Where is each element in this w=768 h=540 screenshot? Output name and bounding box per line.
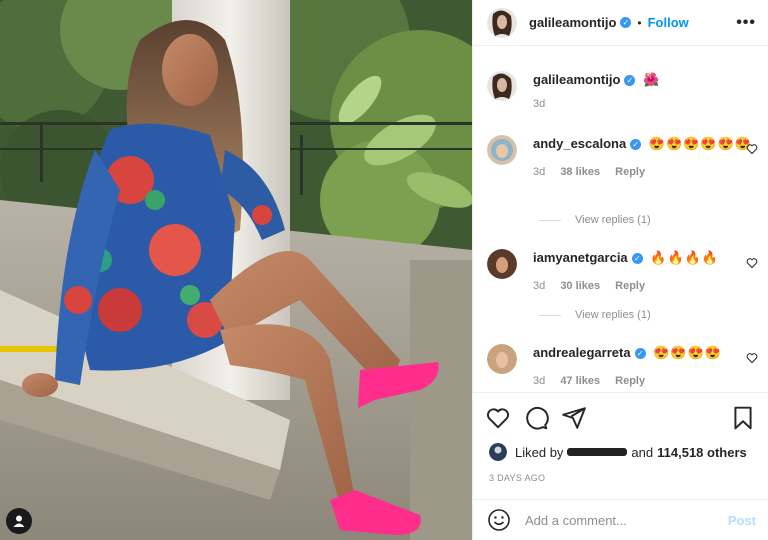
caption-text: 🌺 <box>643 72 661 87</box>
comment-text: 😍😍😍😍 <box>653 345 722 360</box>
redacted-username <box>567 448 628 456</box>
smile-icon[interactable] <box>487 508 511 532</box>
action-bar <box>473 392 768 442</box>
post-header: galileamontijo ✓ • Follow ••• <box>473 0 768 46</box>
verified-badge-icon: ✓ <box>634 348 646 359</box>
post-button[interactable]: Post <box>728 513 756 528</box>
likes-count[interactable]: 114,518 others <box>657 445 747 460</box>
comment-likes[interactable]: 47 likes <box>560 375 600 387</box>
reply-button[interactable]: Reply <box>615 166 645 178</box>
comment-age[interactable]: 3d <box>533 375 545 387</box>
comment-username[interactable]: andy_escalona <box>533 136 626 151</box>
comment-icon[interactable] <box>523 405 549 431</box>
bookmark-icon[interactable] <box>730 405 756 431</box>
comment-username[interactable]: iamyanetgarcia <box>533 250 628 265</box>
liked-by-prefix: Liked by <box>515 444 564 460</box>
photo-illustration <box>0 0 472 540</box>
comment-username[interactable]: andrealegarreta <box>533 345 631 360</box>
commenter-avatar[interactable] <box>487 344 517 374</box>
add-comment-bar: Post <box>473 499 768 540</box>
verified-badge-icon: ✓ <box>620 17 632 28</box>
comment-text: 🔥🔥🔥🔥 <box>650 250 720 265</box>
comment-row: andrealegarreta ✓ 😍😍😍😍 3d 47 likes Reply <box>487 344 758 390</box>
heart-icon[interactable] <box>746 352 758 364</box>
heart-icon[interactable] <box>746 257 758 269</box>
caption-username[interactable]: galileamontijo <box>533 72 620 87</box>
replies-divider <box>539 219 561 221</box>
comment-age[interactable]: 3d <box>533 166 545 178</box>
comment-likes[interactable]: 38 likes <box>560 166 600 178</box>
caption-age[interactable]: 3d <box>533 98 545 110</box>
comment-likes[interactable]: 30 likes <box>560 280 600 292</box>
post-details-panel: galileamontijo ✓ • Follow ••• galileamon… <box>472 0 768 540</box>
view-replies-label: View replies (1) <box>575 214 651 226</box>
author-username[interactable]: galileamontijo <box>529 15 616 30</box>
follow-button[interactable]: Follow <box>648 15 689 30</box>
caption-avatar[interactable] <box>487 71 517 101</box>
heart-icon[interactable] <box>746 143 758 155</box>
liked-by-connector: and <box>631 444 654 460</box>
post-date[interactable]: 3 DAYS AGO <box>489 473 545 483</box>
caption-row: galileamontijo ✓ 🌺 3d <box>487 71 758 113</box>
view-replies-button[interactable]: View replies (1) <box>539 214 651 226</box>
post-photo[interactable] <box>0 0 472 540</box>
commenter-avatar[interactable] <box>487 135 517 165</box>
heart-icon[interactable] <box>485 405 511 431</box>
comment-input[interactable] <box>525 512 728 528</box>
verified-badge-icon: ✓ <box>624 75 636 86</box>
share-icon[interactable] <box>561 405 587 431</box>
liked-by: Liked by and 114,518 others <box>489 443 747 461</box>
view-replies-label: View replies (1) <box>575 309 651 321</box>
header-separator: • <box>637 15 642 30</box>
comments-list[interactable]: galileamontijo ✓ 🌺 3d andy_escalona ✓ 😍😍😍😍… <box>473 47 768 391</box>
view-replies-button[interactable]: View replies (1) <box>539 309 651 321</box>
verified-badge-icon: ✓ <box>630 139 642 150</box>
comment-text: 😍😍😍😍😍😍 <box>648 136 752 151</box>
reply-button[interactable]: Reply <box>615 375 645 387</box>
user-tag-icon[interactable] <box>6 508 32 534</box>
reply-button[interactable]: Reply <box>615 280 645 292</box>
replies-divider <box>539 314 561 316</box>
verified-badge-icon: ✓ <box>631 253 643 264</box>
more-icon[interactable]: ••• <box>736 14 756 32</box>
comment-row: andy_escalona ✓ 😍😍😍😍😍😍 3d 38 likes Reply <box>487 135 758 181</box>
comment-row: iamyanetgarcia ✓ 🔥🔥🔥🔥 3d 30 likes Reply <box>487 249 758 295</box>
author-avatar[interactable] <box>487 7 517 38</box>
commenter-avatar[interactable] <box>487 249 517 279</box>
comment-age[interactable]: 3d <box>533 280 545 292</box>
liker-avatar[interactable] <box>489 443 507 461</box>
